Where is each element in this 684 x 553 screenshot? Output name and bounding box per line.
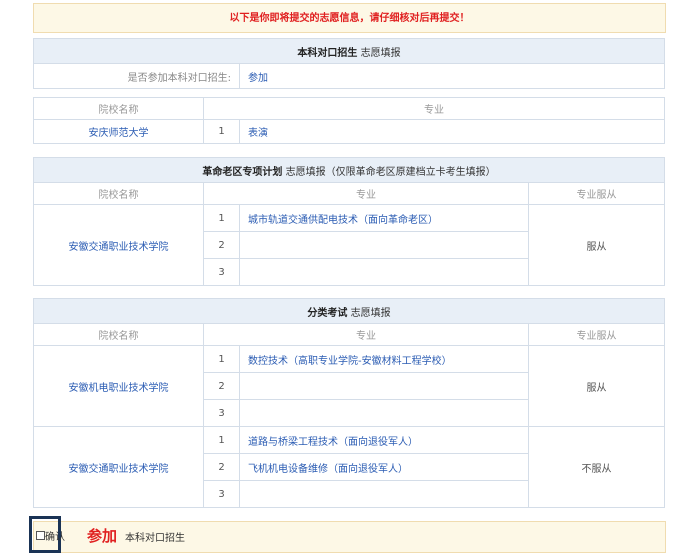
obey-status: 服从 bbox=[528, 345, 665, 427]
major-number: 2 bbox=[203, 372, 240, 400]
column-school: 院校名称 bbox=[33, 323, 204, 346]
column-major: 专业 bbox=[203, 323, 529, 346]
table-row: 安徽交通职业技术学院 1 城市轨道交通供配电技术（面向革命老区） 服从 bbox=[33, 204, 665, 286]
participate-value: 参加 bbox=[239, 63, 665, 89]
major-number: 3 bbox=[203, 399, 240, 427]
section-title: 革命老区专项计划 bbox=[202, 166, 283, 178]
participate-label: 是否参加本科对口招生: bbox=[33, 63, 240, 89]
major-name bbox=[239, 480, 529, 508]
table-row: 安徽交通职业技术学院 1 道路与桥梁工程技术（面向退役军人） 不服从 bbox=[33, 426, 665, 508]
section-classified-exam-table: 分类考试 志愿填报 院校名称 专业 专业服从 安徽机电职业技术学院 1 数控技术… bbox=[33, 298, 665, 508]
section-header: 革命老区专项计划 志愿填报（仅限革命老区原建档立卡考生填报） bbox=[33, 157, 665, 183]
major-number: 2 bbox=[203, 231, 240, 259]
major-name bbox=[239, 258, 529, 286]
confirm-join-text: 参加 bbox=[87, 527, 118, 545]
column-school: 院校名称 bbox=[33, 182, 204, 205]
confirm-checkbox[interactable] bbox=[36, 531, 45, 540]
school-name: 安庆师范大学 bbox=[33, 119, 204, 144]
major-number: 2 bbox=[203, 453, 240, 481]
notice-banner: 以下是你即将提交的志愿信息，请仔细核对后再提交！ bbox=[33, 3, 666, 33]
section-header: 本科对口招生 志愿填报 bbox=[33, 38, 665, 64]
obey-status: 不服从 bbox=[528, 426, 665, 508]
major-name bbox=[239, 231, 529, 259]
section-undergrad-table: 本科对口招生 志愿填报 是否参加本科对口招生: 参加 bbox=[33, 38, 665, 89]
obey-status: 服从 bbox=[528, 204, 665, 286]
confirm-description: 本科对口招生 bbox=[125, 533, 185, 544]
major-number: 1 bbox=[203, 345, 240, 373]
major-name bbox=[239, 399, 529, 427]
column-major: 专业 bbox=[203, 182, 529, 205]
section-header: 分类考试 志愿填报 bbox=[33, 298, 665, 324]
section-title-suffix: 志愿填报 bbox=[350, 307, 391, 319]
major-name: 飞机机电设备维修（面向退役军人） bbox=[239, 453, 529, 481]
section-title-suffix: 志愿填报（仅限革命老区原建档立卡考生填报） bbox=[285, 166, 496, 178]
column-major: 专业 bbox=[203, 97, 665, 120]
participate-row: 是否参加本科对口招生: 参加 bbox=[33, 63, 665, 89]
column-header-row: 院校名称 专业 bbox=[33, 97, 665, 120]
column-obey: 专业服从 bbox=[528, 182, 665, 205]
major-number: 1 bbox=[203, 119, 240, 144]
major-name: 城市轨道交通供配电技术（面向革命老区） bbox=[239, 204, 529, 232]
school-name: 安徽机电职业技术学院 bbox=[33, 345, 204, 427]
school-name: 安徽交通职业技术学院 bbox=[33, 204, 204, 286]
major-number: 3 bbox=[203, 480, 240, 508]
column-obey: 专业服从 bbox=[528, 323, 665, 346]
major-name: 表演 bbox=[239, 119, 665, 144]
section-revolution-table: 革命老区专项计划 志愿填报（仅限革命老区原建档立卡考生填报） 院校名称 专业 专… bbox=[33, 157, 665, 286]
major-name: 数控技术（高职专业学院-安徽材料工程学校） bbox=[239, 345, 529, 373]
table-row: 安徽机电职业技术学院 1 数控技术（高职专业学院-安徽材料工程学校） 服从 bbox=[33, 345, 665, 427]
table-row: 安庆师范大学 1 表演 bbox=[33, 119, 665, 144]
school-name: 安徽交通职业技术学院 bbox=[33, 426, 204, 508]
column-school: 院校名称 bbox=[33, 97, 204, 120]
section-title-suffix: 志愿填报 bbox=[360, 47, 401, 59]
major-number: 1 bbox=[203, 426, 240, 454]
column-header-row: 院校名称 专业 专业服从 bbox=[33, 323, 665, 346]
confirm-checkbox-label[interactable]: 确认 bbox=[45, 528, 65, 543]
major-name bbox=[239, 372, 529, 400]
section-title: 本科对口招生 bbox=[297, 47, 358, 59]
major-name: 道路与桥梁工程技术（面向退役军人） bbox=[239, 426, 529, 454]
column-header-row: 院校名称 专业 专业服从 bbox=[33, 182, 665, 205]
section-undergrad-majors: 院校名称 专业 安庆师范大学 1 表演 bbox=[33, 97, 665, 144]
section-title: 分类考试 bbox=[307, 307, 348, 319]
major-number: 3 bbox=[203, 258, 240, 286]
major-number: 1 bbox=[203, 204, 240, 232]
